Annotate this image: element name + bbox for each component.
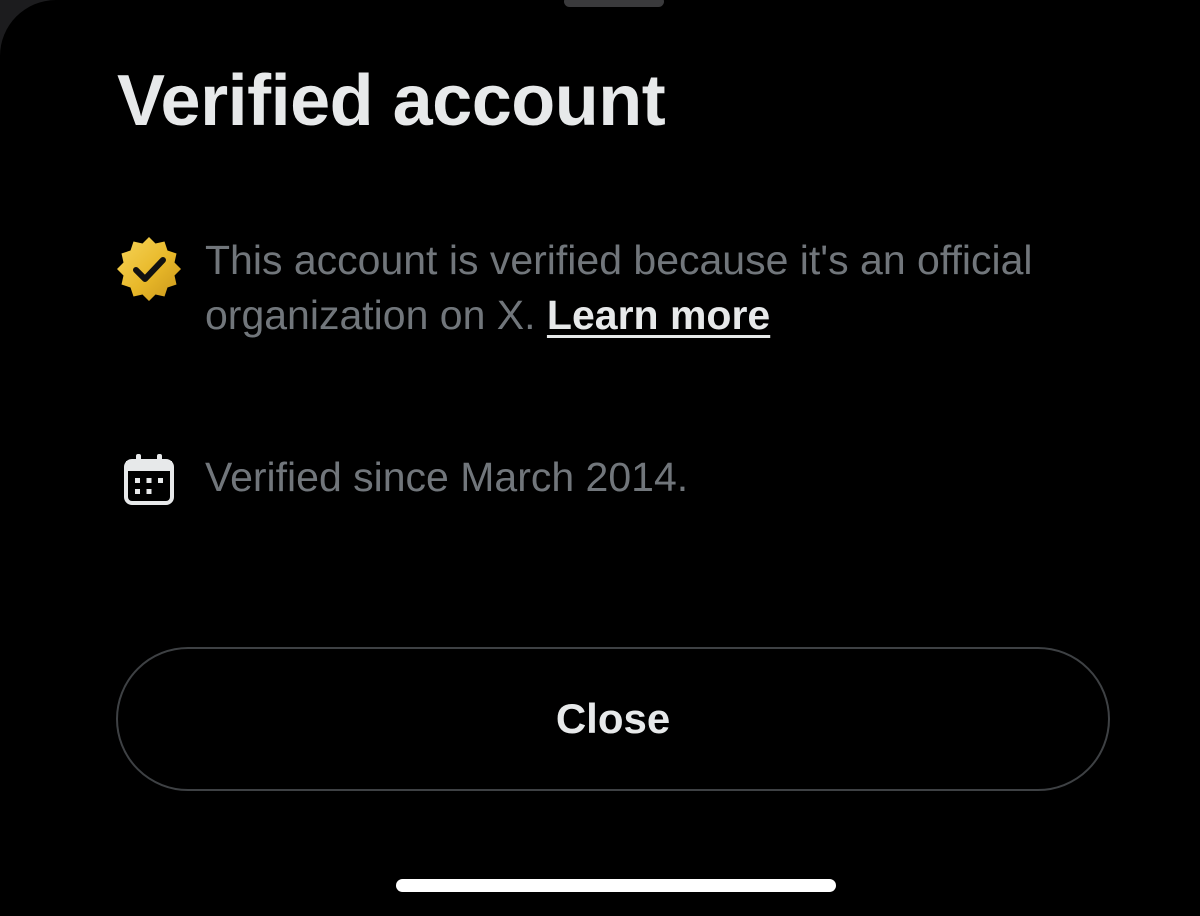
verified-account-sheet: Verified account This account is verifie… bbox=[0, 0, 1200, 916]
verified-since-text: Verified since March 2014. bbox=[205, 454, 689, 500]
verification-description: This account is verified because it's an… bbox=[205, 233, 1035, 343]
sheet-grabber-handle[interactable] bbox=[564, 0, 664, 7]
learn-more-link[interactable]: Learn more bbox=[547, 292, 770, 338]
sheet-title: Verified account bbox=[117, 61, 666, 141]
calendar-icon bbox=[124, 454, 174, 505]
home-indicator[interactable] bbox=[396, 879, 836, 892]
close-button[interactable]: Close bbox=[116, 647, 1110, 791]
gold-verified-badge-icon bbox=[117, 237, 181, 301]
